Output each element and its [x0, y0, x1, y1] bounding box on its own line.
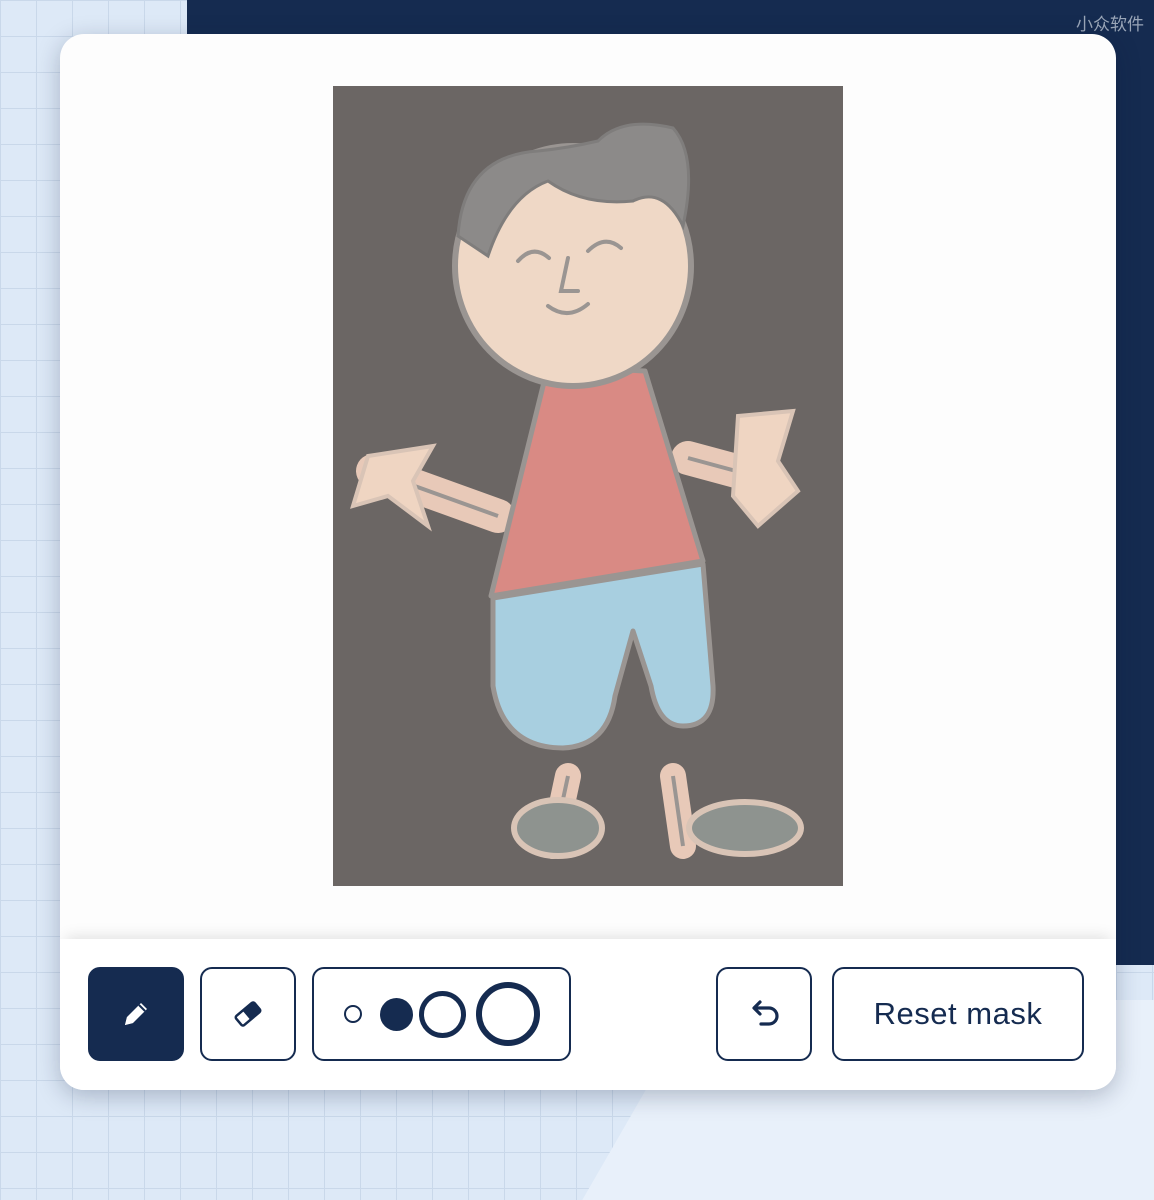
reset-mask-label: Reset mask: [873, 996, 1043, 1031]
eraser-icon: [234, 1001, 262, 1027]
eraser-tool-button[interactable]: [200, 967, 296, 1061]
reset-mask-button[interactable]: Reset mask: [832, 967, 1084, 1061]
child-drawing-figure: [350, 122, 804, 859]
pencil-icon: [125, 1003, 147, 1025]
undo-icon: [752, 1000, 779, 1026]
child-drawing-mask-canvas[interactable]: [333, 86, 843, 886]
mask-editor-card: Reset mask: [60, 34, 1116, 1090]
brush-size-large[interactable]: [475, 982, 540, 1046]
brush-size-small-selected[interactable]: [379, 997, 413, 1031]
brush-size-selector: [312, 967, 571, 1061]
undo-button[interactable]: [716, 967, 812, 1061]
mask-toolbar: Reset mask: [60, 939, 1116, 1090]
brush-size-medium[interactable]: [418, 990, 466, 1038]
pencil-tool-button[interactable]: [88, 967, 184, 1061]
watermark: 小众软件: [1076, 15, 1144, 34]
brush-size-extra-small[interactable]: [343, 1005, 362, 1023]
mask-canvas-area[interactable]: [60, 34, 1116, 939]
